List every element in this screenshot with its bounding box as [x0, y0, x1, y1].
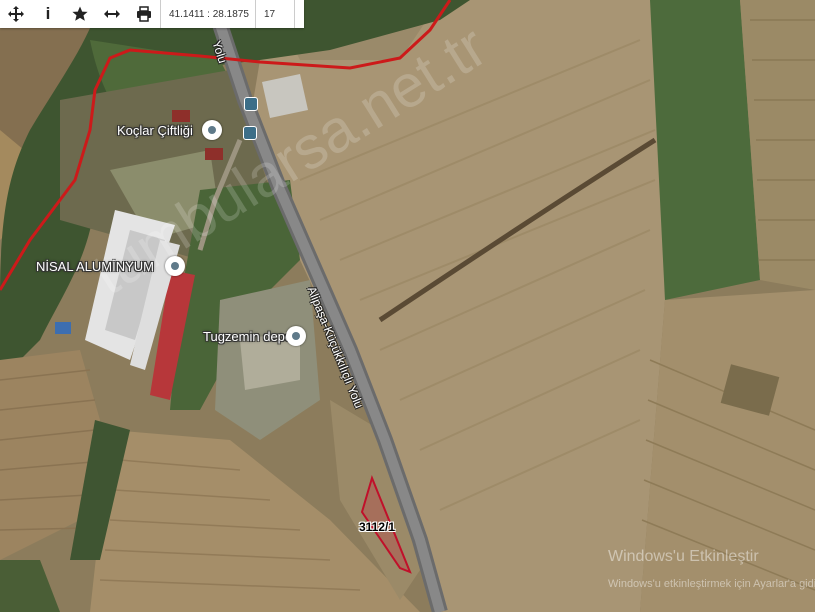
- map-toolbar: i 41.1411 : 28.1875 17: [0, 0, 304, 28]
- windows-activation-title: Windows'u Etkinleştir: [608, 548, 759, 565]
- pan-move-button[interactable]: [0, 0, 32, 28]
- measure-button[interactable]: [96, 0, 128, 28]
- measure-arrows-icon: [104, 10, 120, 18]
- printer-icon: [137, 6, 151, 22]
- location-pin-icon[interactable]: [202, 120, 222, 140]
- poi-label-tugzemin-depo[interactable]: Tugzemin depo: [203, 329, 292, 344]
- bus-stop-icon[interactable]: [244, 97, 258, 111]
- parcel-number-label[interactable]: 3112/1: [359, 520, 395, 534]
- windows-activation-subtitle: Windows'u etkinleştirmek için Ayarlar'a …: [608, 578, 815, 590]
- favorite-button[interactable]: [64, 0, 96, 28]
- print-button[interactable]: [128, 0, 160, 28]
- zoom-level-readout: 17: [264, 8, 276, 20]
- location-pin-icon[interactable]: [165, 256, 185, 276]
- star-icon: [72, 6, 88, 21]
- info-button[interactable]: i: [32, 0, 64, 28]
- poi-label-nisal-aluminyum[interactable]: NİSAL ALUMİNYUM: [36, 259, 154, 274]
- bus-stop-icon[interactable]: [243, 126, 257, 140]
- toolbar-divider: [294, 0, 295, 28]
- move-arrows-icon: [8, 6, 24, 22]
- location-pin-icon[interactable]: [286, 326, 306, 346]
- info-icon: i: [45, 4, 51, 23]
- poi-label-koclar-ciftligi[interactable]: Koçlar Çiftliği: [117, 123, 193, 138]
- coordinates-readout: 41.1411 : 28.1875: [169, 8, 249, 20]
